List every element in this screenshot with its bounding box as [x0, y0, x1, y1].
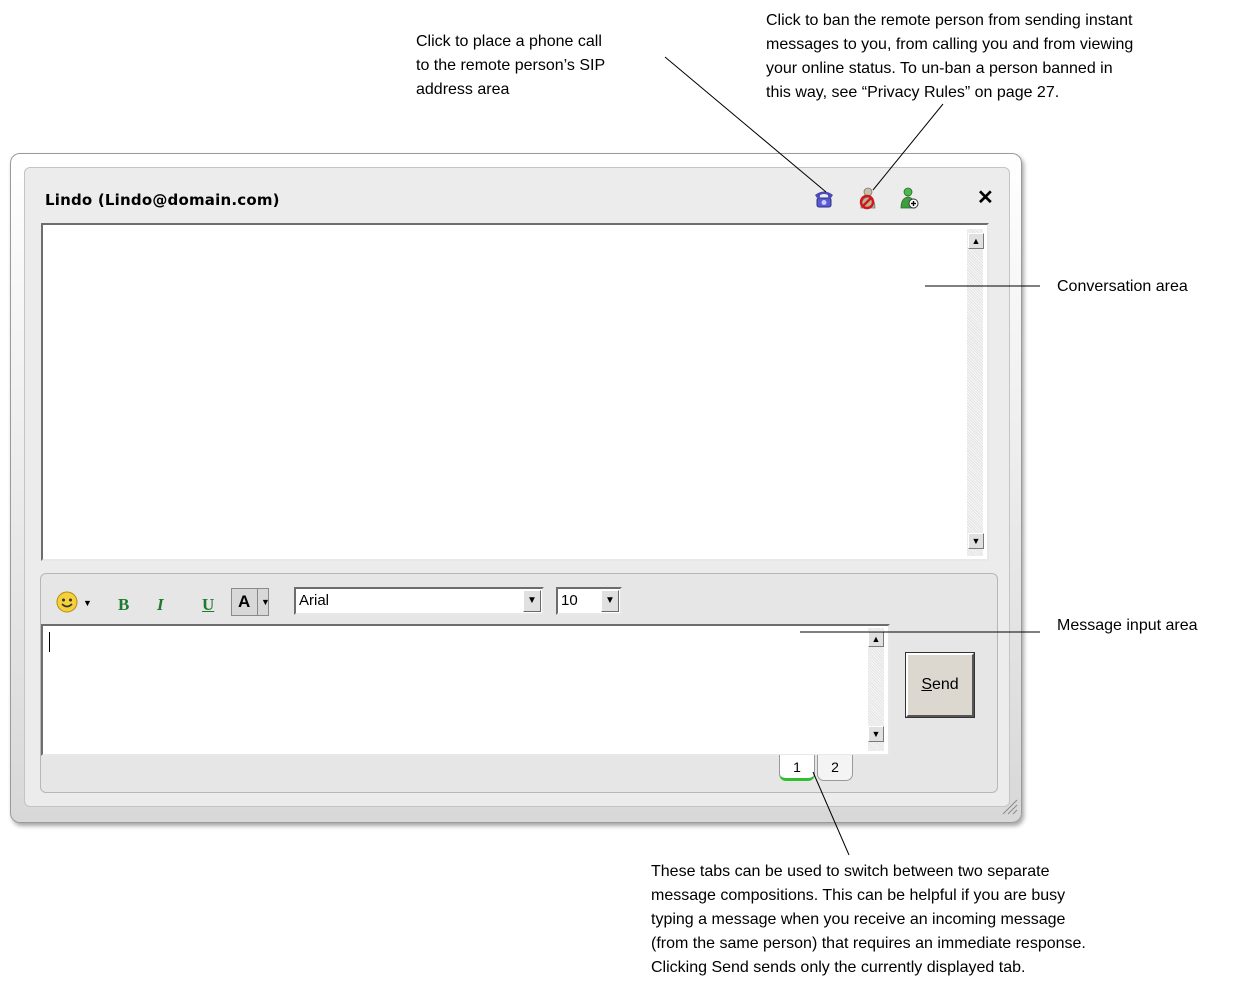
- conversation-scroll-up-button[interactable]: ▲: [968, 233, 984, 249]
- message-scroll-up-button[interactable]: ▲: [868, 631, 884, 647]
- font-name-dropdown-icon[interactable]: ▼: [523, 590, 541, 612]
- smiley-icon[interactable]: [55, 590, 79, 614]
- phone-icon[interactable]: [813, 186, 835, 210]
- tab-composition-2[interactable]: 2: [817, 755, 853, 781]
- ban-icon[interactable]: [856, 186, 878, 210]
- text-cursor: [49, 632, 50, 652]
- font-size-select[interactable]: 10 ▼: [556, 587, 622, 615]
- font-name-select[interactable]: Arial ▼: [294, 587, 544, 615]
- conversation-scroll-down-button[interactable]: ▼: [968, 533, 984, 549]
- add-contact-icon[interactable]: [898, 186, 920, 210]
- window-title: Lindo (Lindo@domain.com): [45, 191, 280, 209]
- underline-button[interactable]: U: [202, 595, 214, 615]
- ban-callout: Click to ban the remote person from send…: [766, 12, 1134, 101]
- font-name-value: Arial: [299, 592, 330, 609]
- tabs-callout: These tabs can be used to switch between…: [651, 863, 1086, 976]
- conversation-area[interactable]: [41, 223, 989, 561]
- tab-composition-1[interactable]: 1: [779, 755, 815, 781]
- phone-callout: Click to place a phone call to the remot…: [416, 33, 606, 98]
- tab-label: 1: [793, 759, 801, 775]
- send-mnemonic: S: [921, 676, 932, 693]
- message-input-callout: Message input area: [1057, 617, 1198, 634]
- message-scroll-down-button[interactable]: ▼: [868, 726, 884, 742]
- resize-grip-icon[interactable]: [998, 795, 1018, 815]
- close-icon[interactable]: ✕: [977, 186, 994, 210]
- font-color-dropdown-icon[interactable]: ▼: [257, 589, 270, 615]
- tab-label: 2: [831, 759, 839, 775]
- send-button[interactable]: Send: [905, 652, 975, 718]
- font-size-value: 10: [561, 592, 578, 609]
- emoticon-dropdown-icon[interactable]: ▼: [83, 598, 92, 608]
- font-size-dropdown-icon[interactable]: ▼: [601, 590, 619, 612]
- conversation-scrollbar[interactable]: [967, 229, 983, 556]
- italic-button[interactable]: I: [157, 595, 164, 615]
- conversation-callout: Conversation area: [1057, 278, 1188, 295]
- bold-button[interactable]: B: [118, 595, 129, 615]
- message-input[interactable]: [41, 624, 890, 756]
- font-color-label: A: [238, 592, 251, 611]
- send-label: end: [931, 676, 959, 693]
- font-color-button[interactable]: A ▼: [231, 588, 270, 616]
